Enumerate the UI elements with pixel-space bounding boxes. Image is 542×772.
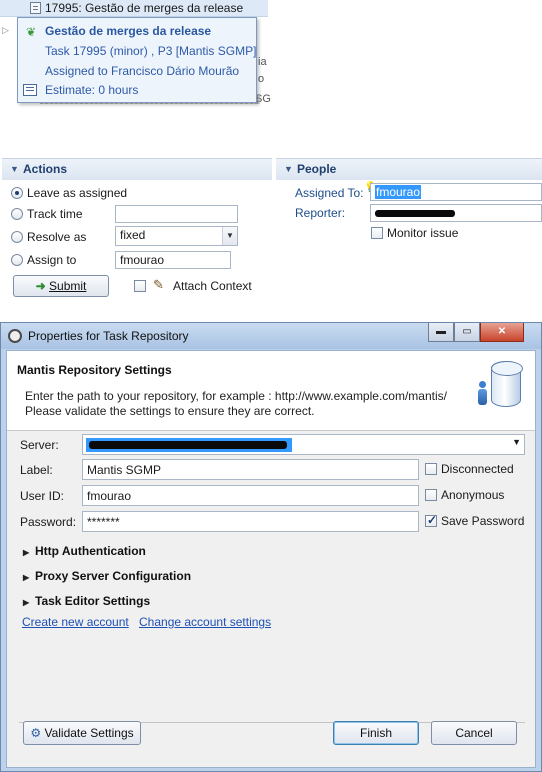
validate-settings-button[interactable]: ⚙ Validate Settings <box>23 721 141 745</box>
attach-icon: ✎ <box>153 277 164 292</box>
disconnected-label: Disconnected <box>441 462 514 476</box>
collapse-icon: ▼ <box>10 164 19 174</box>
assign-to-radio[interactable] <box>11 254 23 266</box>
tooltip-task-details: Task 17995 (minor) , P3 [Mantis SGMP] <box>45 44 257 58</box>
estimate-icon <box>23 84 37 96</box>
resolve-as-label: Resolve as <box>27 230 87 244</box>
validate-label: Validate Settings <box>44 726 134 740</box>
task-list-text: ia <box>258 56 267 68</box>
track-time-label: Track time <box>27 207 83 221</box>
expand-icon: ▶ <box>23 548 30 557</box>
label-label: Label: <box>20 463 53 477</box>
monitor-issue-label: Monitor issue <box>387 226 459 240</box>
finish-label: Finish <box>359 726 392 740</box>
properties-dialog: Properties for Task Repository ▬ ▭ ✕ Man… <box>0 322 542 772</box>
assign-to-label: Assign to <box>27 253 77 267</box>
minimize-icon[interactable]: ▬ <box>428 323 454 342</box>
dialog-title: Properties for Task Repository <box>28 329 189 343</box>
dialog-title-bar[interactable]: Properties for Task Repository ▬ ▭ ✕ <box>1 323 541 349</box>
disconnected-checkbox[interactable] <box>425 463 437 475</box>
server-label: Server: <box>20 438 59 452</box>
tooltip-assignee: Assigned to Francisco Dário Mourão <box>45 64 240 78</box>
repository-icon <box>491 361 523 407</box>
reporter-label: Reporter: <box>295 206 346 220</box>
userid-label: User ID: <box>20 489 65 503</box>
label-input[interactable]: Mantis SGMP <box>82 459 419 480</box>
task-category-icon: ❦ <box>26 25 37 39</box>
track-time-input[interactable] <box>115 205 238 223</box>
submit-button[interactable]: ➜ Submit <box>13 275 109 297</box>
monitor-issue-checkbox[interactable] <box>371 227 383 239</box>
tooltip-title: Gestão de merges da release <box>45 24 212 38</box>
assign-to-value: fmourao <box>120 253 165 267</box>
cancel-label: Cancel <box>455 726 493 740</box>
redacted-text <box>375 210 455 217</box>
eclipse-icon <box>8 329 22 343</box>
submit-label: Submit <box>49 279 87 293</box>
actions-title: Actions <box>23 162 68 176</box>
change-account-link[interactable]: Change account settings <box>139 615 271 629</box>
actions-section-header[interactable]: ▼ Actions <box>2 158 272 180</box>
anonymous-label: Anonymous <box>441 488 505 502</box>
leave-as-assigned-radio[interactable] <box>11 187 23 199</box>
assigned-to-label: Assigned To: <box>295 186 364 200</box>
people-section-header[interactable]: ▼ People <box>276 158 542 180</box>
settings-description: Enter the path to your repository, for e… <box>25 389 447 403</box>
resolve-as-radio[interactable] <box>11 231 23 243</box>
settings-description: Please validate the settings to ensure t… <box>25 404 315 418</box>
save-password-checkbox[interactable] <box>425 513 437 527</box>
track-time-radio[interactable] <box>11 208 23 220</box>
task-list-text: o <box>258 73 265 85</box>
password-label: Password: <box>20 515 77 529</box>
tree-expand-icon[interactable]: ▷ <box>2 25 9 36</box>
maximize-icon[interactable]: ▭ <box>454 323 480 342</box>
userid-input[interactable]: fmourao <box>82 485 419 506</box>
chevron-down-icon[interactable]: ▼ <box>222 227 237 245</box>
attach-context-label: Attach Context <box>173 279 252 293</box>
resolution-value: fixed <box>120 228 146 242</box>
task-list-row[interactable]: 17995: Gestão de merges da release <box>0 0 268 17</box>
task-icon <box>30 2 41 14</box>
leave-as-assigned-label: Leave as assigned <box>27 186 128 200</box>
resolution-select[interactable]: fixed ▼ <box>115 226 238 246</box>
http-auth-section[interactable]: ▶ Http Authentication <box>23 544 146 558</box>
assigned-to-value: fmourao <box>375 185 422 199</box>
validate-icon: ⚙ <box>30 726 42 740</box>
save-password-label: Save Password <box>441 514 525 528</box>
assigned-to-input[interactable]: fmourao <box>370 183 542 201</box>
settings-banner: Mantis Repository Settings Enter the pat… <box>7 351 535 431</box>
password-value: ******* <box>87 515 120 529</box>
finish-button[interactable]: Finish <box>333 721 419 745</box>
anonymous-checkbox[interactable] <box>425 489 437 501</box>
submit-arrow-icon: ➜ <box>35 279 46 293</box>
chevron-down-icon[interactable]: ▼ <box>512 437 521 447</box>
expand-icon: ▶ <box>23 598 30 607</box>
dialog-body: Mantis Repository Settings Enter the pat… <box>6 350 536 768</box>
task-title: 17995: Gestão de merges da release <box>45 1 244 15</box>
people-title: People <box>297 162 337 176</box>
password-input[interactable]: ******* <box>82 511 419 532</box>
collapse-icon: ▼ <box>284 164 293 174</box>
cancel-button[interactable]: Cancel <box>431 721 517 745</box>
label-value: Mantis SGMP <box>87 463 162 477</box>
server-combo[interactable]: ▼ <box>82 434 525 455</box>
close-icon[interactable]: ✕ <box>480 323 524 342</box>
expand-icon: ▶ <box>23 573 30 582</box>
user-icon <box>477 381 487 407</box>
settings-heading: Mantis Repository Settings <box>17 363 172 377</box>
assign-to-input[interactable]: fmourao <box>115 251 231 269</box>
userid-value: fmourao <box>87 489 132 503</box>
task-editor-section[interactable]: ▶ Task Editor Settings <box>23 594 150 608</box>
task-hover-tooltip: ❦ Gestão de merges da release Task 17995… <box>17 17 257 103</box>
reporter-input[interactable] <box>370 204 542 222</box>
create-account-link[interactable]: Create new account <box>22 615 129 629</box>
redacted-text <box>89 441 287 449</box>
tooltip-estimate: Estimate: 0 hours <box>45 83 139 97</box>
proxy-section[interactable]: ▶ Proxy Server Configuration <box>23 569 191 583</box>
attach-context-checkbox[interactable] <box>134 280 146 292</box>
